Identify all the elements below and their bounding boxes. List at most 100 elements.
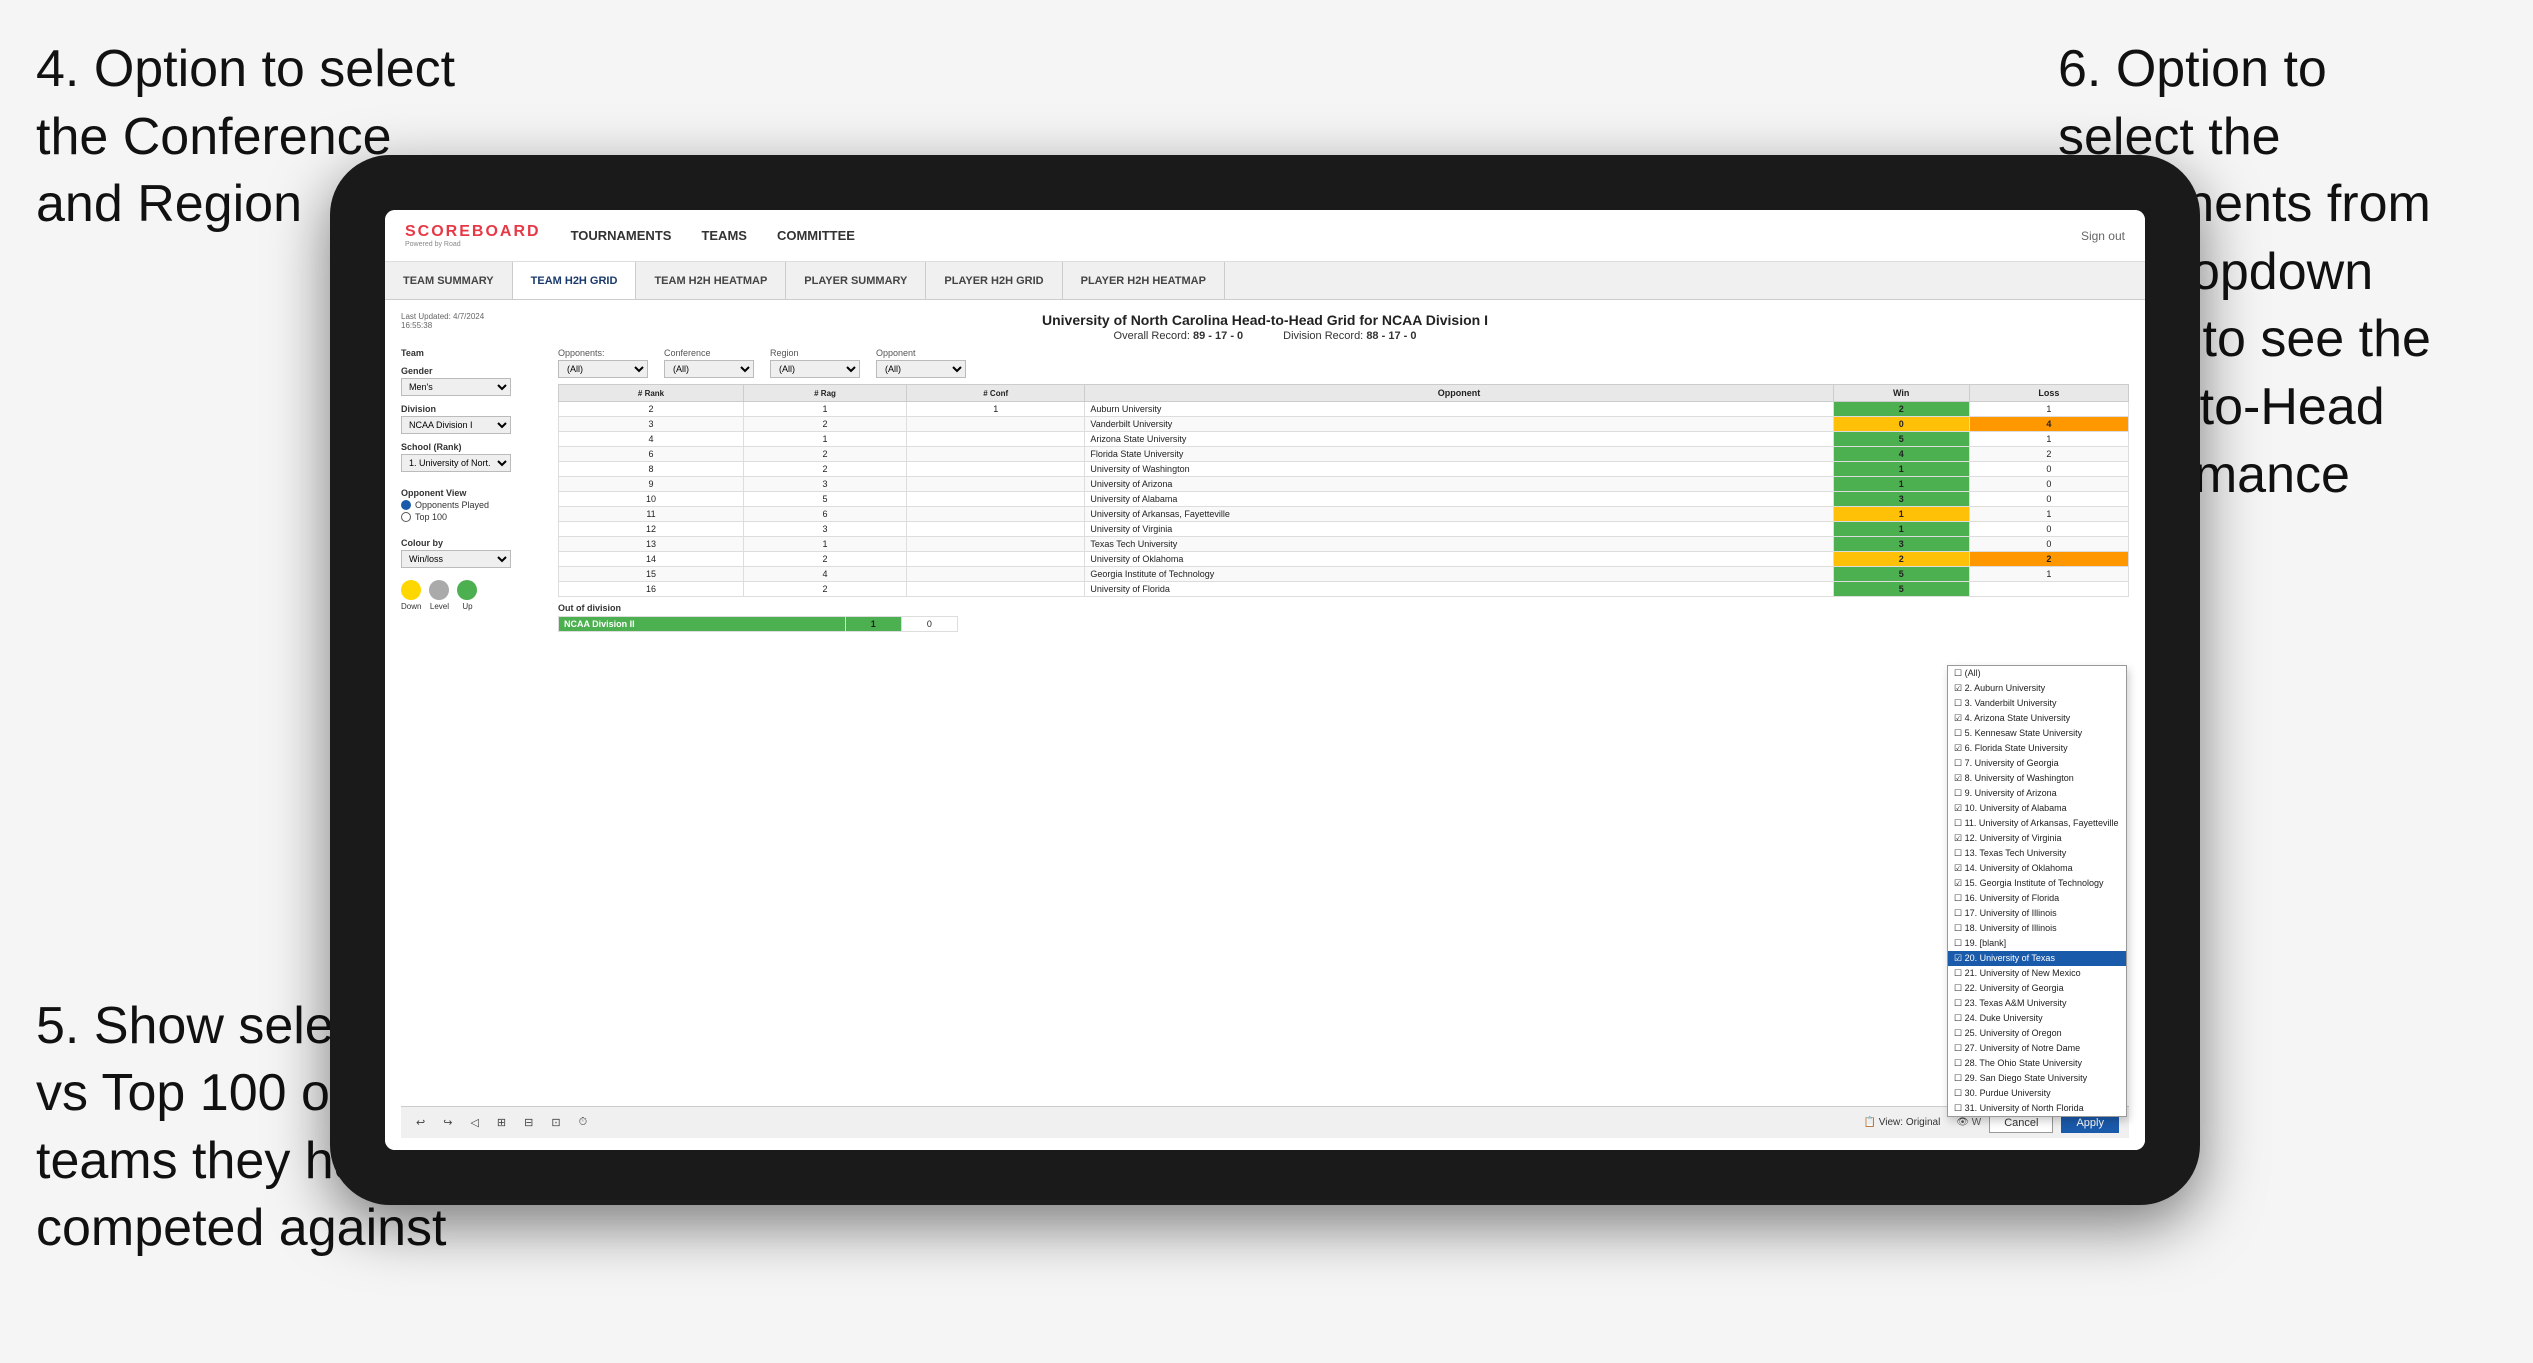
report-title: University of North Carolina Head-to-Hea… — [521, 312, 2009, 328]
table-scroll[interactable]: # Rank # Rag # Conf Opponent Win Loss 2 — [558, 384, 2129, 1106]
cell-loss: 2 — [1969, 447, 2128, 462]
radio-opponents-played[interactable]: Opponents Played — [401, 500, 546, 510]
subnav-player-h2h-grid[interactable]: PLAYER H2H GRID — [926, 262, 1062, 299]
dropdown-item[interactable]: ☐ 5. Kennesaw State University — [1948, 726, 2126, 741]
dropdown-item[interactable]: ☐ 18. University of Illinois — [1948, 921, 2126, 936]
table-row: 2 1 1 Auburn University 2 1 — [559, 402, 2129, 417]
dropdown-item[interactable]: ☐ (All) — [1948, 666, 2126, 681]
dropdown-item[interactable]: ☐ 31. University of North Florida — [1948, 1101, 2126, 1106]
dropdown-item[interactable]: ☐ 25. University of Oregon — [1948, 1026, 2126, 1041]
cell-rank: 15 — [559, 567, 744, 582]
cell-rag: 1 — [744, 537, 907, 552]
dropdown-item[interactable]: ☑ 12. University of Virginia — [1948, 831, 2126, 846]
conference-filter: Conference (All) — [664, 348, 754, 378]
nav-teams[interactable]: TEAMS — [701, 223, 747, 248]
cell-rank: 2 — [559, 402, 744, 417]
cell-win: 1 — [1833, 522, 1969, 537]
dropdown-item[interactable]: ☐ 22. University of Georgia — [1948, 981, 2126, 996]
dropdown-item[interactable]: ☑ 10. University of Alabama — [1948, 801, 2126, 816]
subnav-team-h2h-grid[interactable]: TEAM H2H GRID — [513, 262, 637, 299]
dropdown-item[interactable]: ☐ 9. University of Arizona — [1948, 786, 2126, 801]
nav-tournaments[interactable]: TOURNAMENTS — [571, 223, 672, 248]
region-filter-select[interactable]: (All) — [770, 360, 860, 378]
toolbar-layout[interactable]: ⊡ — [546, 1114, 565, 1131]
dropdown-item[interactable]: ☐ 27. University of Notre Dame — [1948, 1041, 2126, 1056]
cell-win: 1 — [1833, 477, 1969, 492]
cell-loss: 0 — [1969, 522, 2128, 537]
radio-dot-top100 — [401, 512, 411, 522]
division-label: Division — [401, 404, 546, 414]
cell-rank: 6 — [559, 447, 744, 462]
legend-up: Up — [457, 580, 477, 611]
opponents-filter-select[interactable]: (All) — [558, 360, 648, 378]
dropdown-item[interactable]: ☐ 16. University of Florida — [1948, 891, 2126, 906]
col-opponent: Opponent — [1085, 385, 1833, 402]
dropdown-item[interactable]: ☐ 28. The Ohio State University — [1948, 1056, 2126, 1071]
cell-loss: 0 — [1969, 492, 2128, 507]
opponents-filter-label: Opponents: — [558, 348, 648, 358]
dropdown-item[interactable]: ☐ 3. Vanderbilt University — [1948, 696, 2126, 711]
dropdown-item[interactable]: ☑ 20. University of Texas — [1948, 951, 2126, 966]
radio-top100[interactable]: Top 100 — [401, 512, 546, 522]
nav-committee[interactable]: COMMITTEE — [777, 223, 855, 248]
table-row: 15 4 Georgia Institute of Technology 5 1 — [559, 567, 2129, 582]
cell-rag: 6 — [744, 507, 907, 522]
toolbar-back[interactable]: ◁ — [465, 1114, 483, 1131]
gender-select[interactable]: Men's — [401, 378, 511, 396]
school-select[interactable]: 1. University of Nort... — [401, 454, 511, 472]
dropdown-item[interactable]: ☐ 30. Purdue University — [1948, 1086, 2126, 1101]
cell-conf — [907, 417, 1085, 432]
dropdown-item[interactable]: ☐ 13. Texas Tech University — [1948, 846, 2126, 861]
conference-filter-select[interactable]: (All) — [664, 360, 754, 378]
table-row: 12 3 University of Virginia 1 0 — [559, 522, 2129, 537]
cell-conf — [907, 567, 1085, 582]
cell-opponent: Florida State University — [1085, 447, 1833, 462]
dropdown-item[interactable]: ☑ 14. University of Oklahoma — [1948, 861, 2126, 876]
toolbar-undo[interactable]: ↩ — [411, 1114, 430, 1131]
col-conf: # Conf — [907, 385, 1085, 402]
subnav-team-h2h-heatmap[interactable]: TEAM H2H HEATMAP — [636, 262, 786, 299]
cell-opponent: Vanderbilt University — [1085, 417, 1833, 432]
colour-by-select[interactable]: Win/loss — [401, 550, 511, 568]
cell-loss: 1 — [1969, 507, 2128, 522]
subnav-team-summary[interactable]: TEAM SUMMARY — [385, 262, 513, 299]
cell-opponent: Texas Tech University — [1085, 537, 1833, 552]
toolbar-clock[interactable]: ⏱ — [574, 1114, 593, 1131]
subnav-player-summary[interactable]: PLAYER SUMMARY — [786, 262, 926, 299]
report-header: Last Updated: 4/7/2024 16:55:38 Universi… — [401, 312, 2129, 342]
dropdown-item[interactable]: ☐ 7. University of Georgia — [1948, 756, 2126, 771]
signout-link[interactable]: Sign out — [2081, 229, 2125, 243]
dropdown-item[interactable]: ☑ 6. Florida State University — [1948, 741, 2126, 756]
dropdown-item[interactable]: ☐ 17. University of Illinois — [1948, 906, 2126, 921]
dropdown-item[interactable]: ☐ 29. San Diego State University — [1948, 1071, 2126, 1086]
dropdown-item[interactable]: ☐ 19. [blank] — [1948, 936, 2126, 951]
toolbar-dash[interactable]: ⊟ — [519, 1114, 538, 1131]
cell-conf — [907, 552, 1085, 567]
cell-opponent: University of Arkansas, Fayetteville — [1085, 507, 1833, 522]
subnav-player-h2h-heatmap[interactable]: PLAYER H2H HEATMAP — [1063, 262, 1225, 299]
dropdown-item[interactable]: ☐ 24. Duke University — [1948, 1011, 2126, 1026]
dropdown-item[interactable]: ☑ 8. University of Washington — [1948, 771, 2126, 786]
cell-rag: 2 — [744, 417, 907, 432]
cell-rag: 2 — [744, 582, 907, 597]
cell-loss: 0 — [1969, 477, 2128, 492]
cell-rag: 2 — [744, 462, 907, 477]
cell-conf — [907, 462, 1085, 477]
dropdown-item[interactable]: ☐ 21. University of New Mexico — [1948, 966, 2126, 981]
logo: SCOREBOARD Powered by Road — [405, 223, 541, 248]
dropdown-item[interactable]: ☐ 23. Texas A&M University — [1948, 996, 2126, 1011]
division-select[interactable]: NCAA Division I — [401, 416, 511, 434]
dropdown-item[interactable]: ☑ 4. Arizona State University — [1948, 711, 2126, 726]
toolbar-grid[interactable]: ⊞ — [492, 1114, 511, 1131]
opponent-filter-select[interactable]: (All) — [876, 360, 966, 378]
dropdown-item[interactable]: ☐ 11. University of Arkansas, Fayettevil… — [1948, 816, 2126, 831]
cell-opponent: University of Florida — [1085, 582, 1833, 597]
cell-rag: 2 — [744, 552, 907, 567]
opponent-dropdown-overlay[interactable]: ☐ (All)☑ 2. Auburn University☐ 3. Vander… — [1947, 665, 2127, 1106]
cell-opponent: University of Washington — [1085, 462, 1833, 477]
toolbar-redo[interactable]: ↪ — [438, 1114, 457, 1131]
report-title-area: University of North Carolina Head-to-Hea… — [521, 312, 2009, 342]
dropdown-item[interactable]: ☑ 15. Georgia Institute of Technology — [1948, 876, 2126, 891]
dropdown-item[interactable]: ☑ 2. Auburn University — [1948, 681, 2126, 696]
colour-by-section: Colour by Win/loss — [401, 538, 546, 568]
